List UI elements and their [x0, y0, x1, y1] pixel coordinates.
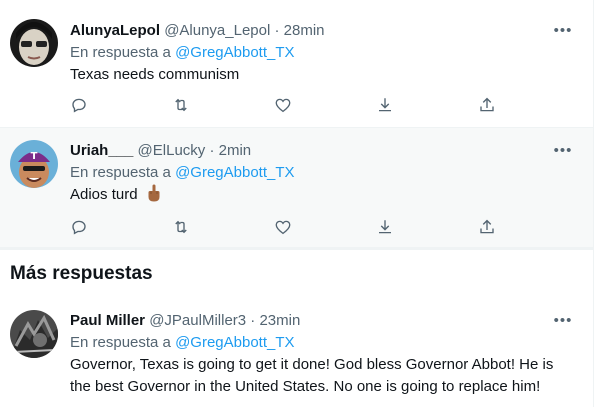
upload-icon[interactable]	[478, 218, 498, 238]
tweet-header: AlunyaLepol @Alunya_Lepol · 28min	[70, 21, 325, 41]
avatar[interactable]: T	[10, 140, 58, 188]
reply-icon[interactable]	[70, 96, 90, 116]
user-handle[interactable]: @Alunya_Lepol	[164, 22, 270, 39]
tweet-header: Paul Miller @JPaulMiller3 · 23min	[70, 311, 300, 331]
reply-context: En respuesta a @GregAbbott_TX	[70, 43, 295, 63]
tweet-actions	[70, 96, 500, 116]
more-icon[interactable]: •••	[553, 143, 573, 164]
retweet-icon[interactable]	[172, 96, 192, 116]
reply-tweet[interactable]: AlunyaLepol @Alunya_Lepol · 28min ••• En…	[0, 0, 593, 128]
separator: ·	[274, 22, 280, 39]
user-handle[interactable]: @JPaulMiller3	[149, 312, 246, 329]
reply-icon[interactable]	[70, 218, 90, 238]
reply-prefix: En respuesta a	[70, 44, 176, 61]
display-name[interactable]: AlunyaLepol	[70, 22, 160, 39]
reply-tweet[interactable]: Paul Miller @JPaulMiller3 · 23min ••• En…	[0, 298, 593, 407]
avatar[interactable]	[10, 310, 58, 358]
separator: ·	[209, 142, 215, 159]
user-handle[interactable]: @ElLucky	[138, 142, 206, 159]
reply-tweet[interactable]: T Uriah___ @ElLucky · 2min ••• En respue…	[0, 128, 593, 248]
share-icon[interactable]	[376, 218, 396, 238]
display-name[interactable]: Uriah___	[70, 142, 133, 159]
middle-finger-emoji	[146, 184, 162, 209]
avatar[interactable]	[10, 19, 58, 67]
section-title: Más respuestas	[10, 263, 153, 284]
like-icon[interactable]	[274, 96, 294, 116]
mention-link[interactable]: @GregAbbott_TX	[175, 334, 294, 351]
reply-context: En respuesta a @GregAbbott_TX	[70, 163, 295, 183]
tweet-text: Adios turd	[70, 186, 138, 203]
more-icon[interactable]: •••	[553, 313, 573, 334]
timestamp[interactable]: 23min	[259, 312, 300, 329]
tweet-text-row: Adios turd	[70, 184, 570, 209]
separator: ·	[250, 312, 256, 329]
reply-prefix: En respuesta a	[70, 334, 176, 351]
mention-link[interactable]: @GregAbbott_TX	[175, 44, 294, 61]
share-icon[interactable]	[376, 96, 396, 116]
more-icon[interactable]: •••	[553, 23, 573, 44]
replies-feed: AlunyaLepol @Alunya_Lepol · 28min ••• En…	[0, 0, 594, 407]
svg-text:T: T	[31, 151, 38, 162]
mention-link[interactable]: @GregAbbott_TX	[175, 164, 294, 181]
section-divider	[0, 248, 593, 250]
tweet-text: Governor, Texas is going to get it done!…	[70, 356, 554, 395]
timestamp[interactable]: 28min	[284, 22, 325, 39]
tweet-text: Texas needs communism	[70, 66, 240, 83]
tweet-actions	[70, 218, 500, 238]
like-icon[interactable]	[274, 218, 294, 238]
reply-prefix: En respuesta a	[70, 164, 176, 181]
display-name[interactable]: Paul Miller	[70, 312, 145, 329]
retweet-icon[interactable]	[172, 218, 192, 238]
upload-icon[interactable]	[478, 96, 498, 116]
reply-context: En respuesta a @GregAbbott_TX	[70, 333, 295, 353]
timestamp[interactable]: 2min	[219, 142, 252, 159]
tweet-header: Uriah___ @ElLucky · 2min	[70, 141, 251, 161]
